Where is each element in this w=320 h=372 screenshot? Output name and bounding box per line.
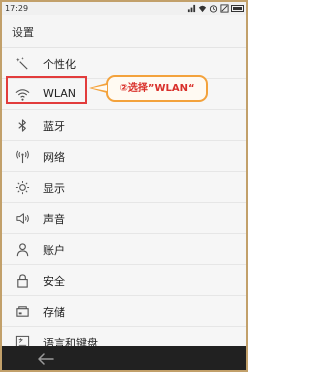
battery-icon [231, 5, 244, 12]
settings-header: 设置 [2, 15, 246, 48]
lock-icon [15, 273, 30, 288]
wlan-highlight-box [6, 76, 87, 104]
magic-wand-icon [15, 56, 30, 71]
settings-item-label: 存储 [43, 306, 65, 319]
phone-screen: 17:29 设置 个性化 WLAN 蓝牙 网络 显示 声音 账户 安全 存储 语… [0, 0, 248, 372]
wifi-icon [198, 4, 207, 13]
navigation-bar [2, 346, 246, 370]
settings-item-bluetooth[interactable]: 蓝牙 [2, 110, 246, 141]
signal-icon [187, 4, 196, 13]
antenna-icon [15, 149, 30, 164]
settings-item-label: 网络 [43, 151, 65, 164]
settings-item-accounts[interactable]: 账户 [2, 234, 246, 265]
callout-pointer-fill [92, 85, 107, 91]
page-title: 设置 [12, 26, 34, 39]
callout-text: ②选择”WLAN“ [119, 83, 195, 94]
speaker-icon [15, 211, 30, 226]
settings-item-label: 蓝牙 [43, 120, 65, 133]
settings-item-label: 账户 [43, 244, 65, 257]
annotation-callout: ②选择”WLAN“ [106, 75, 208, 102]
settings-item-sound[interactable]: 声音 [2, 203, 246, 234]
silent-icon [220, 4, 229, 13]
settings-item-label: 显示 [43, 182, 65, 195]
brightness-icon [15, 180, 30, 195]
settings-item-security[interactable]: 安全 [2, 265, 246, 296]
storage-icon [15, 304, 30, 319]
settings-item-label: 安全 [43, 275, 65, 288]
status-icons [187, 3, 244, 14]
status-bar: 17:29 [2, 2, 246, 15]
settings-item-storage[interactable]: 存储 [2, 296, 246, 327]
settings-item-display[interactable]: 显示 [2, 172, 246, 203]
bluetooth-icon [15, 118, 30, 133]
settings-item-network[interactable]: 网络 [2, 141, 246, 172]
settings-item-label: 声音 [43, 213, 65, 226]
back-arrow-icon[interactable] [37, 351, 55, 367]
person-icon [15, 242, 30, 257]
settings-item-label: 个性化 [43, 58, 76, 71]
alarm-icon [209, 4, 218, 13]
status-time: 17:29 [5, 4, 29, 13]
